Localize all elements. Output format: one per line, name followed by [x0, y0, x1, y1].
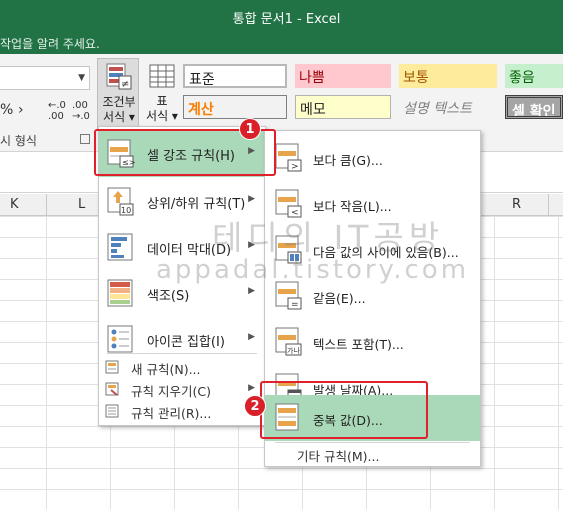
manage-rules-icon [105, 404, 119, 418]
menu-item-label: 텍스트 포함(T)... [313, 337, 404, 352]
clear-rules-icon [105, 382, 119, 396]
column-separator [548, 194, 549, 216]
color-scales-icon [107, 279, 133, 307]
menu-divider [107, 353, 257, 354]
chevron-down-icon: ▼ [78, 73, 85, 83]
column-header-r[interactable]: R [512, 197, 521, 212]
step-badge-2: 2 [244, 395, 266, 417]
style-check-cell[interactable]: 셀 확인 [505, 95, 563, 119]
number-group-label: 시 형식 [0, 134, 37, 148]
new-rule-icon [105, 360, 119, 374]
watermark-title: 테디의 IT공방 [212, 218, 445, 257]
menu-item-label: 상위/하위 규칙(T) [147, 197, 246, 212]
svg-text:>: > [291, 162, 299, 172]
svg-text:가나: 가나 [287, 346, 300, 355]
greater-than-icon: > [275, 143, 302, 172]
conditional-formatting-icon: ≠ [106, 63, 132, 90]
menu-clear-rules[interactable]: 규칙 지우기(C) ▶ [99, 379, 265, 399]
chevron-right-icon: ▶ [248, 332, 255, 342]
chevron-right-icon: ▶ [248, 383, 255, 393]
dialog-launcher-icon[interactable] [80, 134, 90, 144]
menu-item-label: 규칙 지우기(C) [131, 384, 211, 399]
style-neutral[interactable]: 보통 [399, 64, 497, 88]
svg-text:≠: ≠ [121, 79, 129, 90]
menu-new-rule[interactable]: 새 규칙(N)... [99, 357, 265, 377]
menu-manage-rules[interactable]: 규칙 관리(R)... [99, 401, 265, 421]
style-note[interactable]: 메모 [295, 95, 391, 119]
conditional-formatting-label: 조건부 서식 ▾ [102, 95, 136, 124]
style-normal[interactable]: 표준 [183, 64, 287, 88]
number-format-dropdown[interactable]: ▼ [0, 66, 90, 90]
icon-sets-icon [107, 325, 133, 353]
menu-item-label: 보다 큼(G)... [313, 153, 383, 168]
style-good[interactable]: 좋음 [505, 64, 563, 88]
format-as-table-label: 표 서식 ▾ [146, 94, 178, 123]
percent-style-button[interactable]: % [0, 102, 13, 118]
comma-style-button[interactable]: › [18, 102, 24, 118]
equal-to-icon: = [275, 281, 302, 310]
menu-more-rules[interactable]: 기타 규칙(M)... [297, 446, 379, 465]
tell-me-search[interactable]: 작업을 알려 주세요. [0, 32, 563, 54]
title-bar: 통합 문서1 - Excel [0, 0, 563, 32]
menu-text-contains[interactable]: 가나 텍스트 포함(T)... [265, 319, 480, 365]
column-header-l[interactable]: L [78, 197, 85, 212]
top-bottom-icon: 10 [107, 187, 134, 216]
data-bars-icon [107, 233, 133, 261]
style-calculation[interactable]: 계산 [183, 95, 287, 119]
callout-duplicate-values [260, 381, 428, 439]
table-icon [149, 64, 175, 88]
cell-styles-gallery: 표준 나쁨 보통 좋음 계산 메모 설명 텍스트 셀 확인 [183, 64, 563, 124]
window-title: 통합 문서1 - Excel [232, 12, 341, 27]
menu-item-label: 아이콘 집합(I) [147, 335, 225, 350]
column-header-k[interactable]: K [10, 197, 19, 212]
chevron-right-icon: ▶ [248, 286, 255, 296]
menu-item-label: 새 규칙(N)... [131, 362, 201, 377]
tell-me-text: 작업을 알려 주세요. [0, 37, 100, 51]
text-contains-icon: 가나 [275, 327, 302, 356]
menu-item-label: 규칙 관리(R)... [131, 406, 212, 421]
style-bad[interactable]: 나쁨 [295, 64, 391, 88]
menu-item-label: 색조(S) [147, 289, 190, 304]
decrease-decimal-button[interactable]: .00 →.0 [72, 100, 90, 122]
chevron-right-icon: ▶ [248, 194, 255, 204]
svg-text:10: 10 [121, 206, 131, 215]
increase-decimal-button[interactable]: ←.0 .00 [48, 100, 66, 122]
svg-text:=: = [291, 300, 299, 310]
conditional-formatting-button[interactable]: ≠ 조건부 서식 ▾ [97, 58, 139, 130]
format-as-table-button[interactable]: 표 서식 ▾ [145, 58, 179, 130]
column-separator [46, 194, 47, 216]
style-explanatory-text[interactable]: 설명 텍스트 [399, 95, 497, 119]
step-badge-1: 1 [239, 118, 261, 140]
menu-greater-than[interactable]: > 보다 큼(G)... [265, 135, 480, 181]
menu-item-label: 같음(E)... [313, 291, 366, 306]
watermark-url: appadal.tistory.com [156, 255, 470, 285]
menu-divider [275, 442, 470, 443]
